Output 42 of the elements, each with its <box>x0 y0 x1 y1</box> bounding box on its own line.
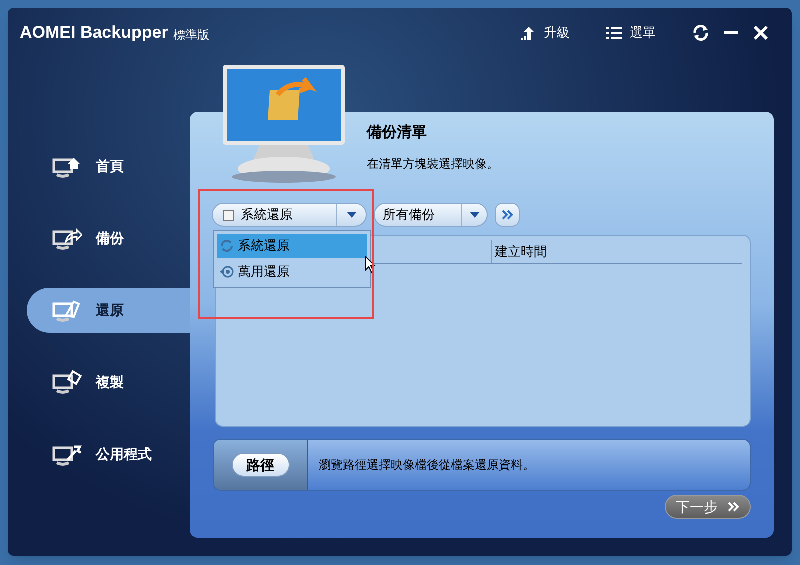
column-header[interactable]: 建立時間 <box>492 240 547 263</box>
dropdown-value: 系統還原 <box>241 206 294 224</box>
monitor-icon <box>52 226 82 252</box>
restore-type-dropdown[interactable]: 系統還原 <box>212 203 367 227</box>
option-label: 萬用還原 <box>238 263 290 282</box>
panel-title: 備份清單 <box>367 123 428 143</box>
close-icon[interactable] <box>754 26 768 40</box>
sidebar-label: 首頁 <box>96 157 124 176</box>
expand-button[interactable] <box>495 203 520 227</box>
menu-icon <box>606 26 622 40</box>
double-chevron-icon <box>502 210 514 220</box>
double-chevron-icon <box>728 502 740 512</box>
caret-icon <box>470 212 480 218</box>
sidebar-item[interactable]: 複製 <box>27 360 190 405</box>
menu-button[interactable]: 選單 <box>606 23 656 43</box>
backup-filter-dropdown[interactable]: 所有備份 <box>374 203 488 227</box>
sidebar-item[interactable]: 備份 <box>27 216 190 261</box>
path-hint: 瀏覽路徑選擇映像檔後從檔案還原資料。 <box>318 457 535 474</box>
upgrade-button[interactable]: 升級 <box>520 23 570 43</box>
upload-arrow-icon <box>520 25 536 41</box>
mouse-pointer-icon <box>365 256 377 274</box>
minimize-icon[interactable] <box>724 31 738 35</box>
edition-label: 標準版 <box>173 26 210 44</box>
sidebar-label: 公用程式 <box>96 445 152 464</box>
sidebar-label: 複製 <box>96 373 124 392</box>
checkbox[interactable] <box>223 210 234 220</box>
next-button[interactable]: 下一步 <box>665 495 751 519</box>
refresh-icon[interactable] <box>692 24 710 42</box>
option-label: 系統還原 <box>238 237 290 256</box>
app-title: AOMEI Backupper <box>20 22 168 44</box>
sidebar-label: 備份 <box>96 229 124 248</box>
sidebar-item[interactable]: 還原 <box>27 288 190 333</box>
dropdown-option[interactable]: 萬用還原 <box>217 260 367 284</box>
sidebar-item[interactable]: 公用程式 <box>27 432 190 477</box>
sync-icon <box>220 239 234 253</box>
dropdown-value: 所有備份 <box>383 206 436 224</box>
panel-subtitle: 在清單方塊裝選擇映像。 <box>367 156 500 172</box>
path-button[interactable]: 路徑 <box>232 453 290 477</box>
monitor-icon <box>52 370 82 396</box>
sidebar-item[interactable]: 首頁 <box>27 144 190 189</box>
dropdown-option[interactable]: 系統還原 <box>217 234 367 258</box>
sidebar-label: 還原 <box>96 301 124 320</box>
